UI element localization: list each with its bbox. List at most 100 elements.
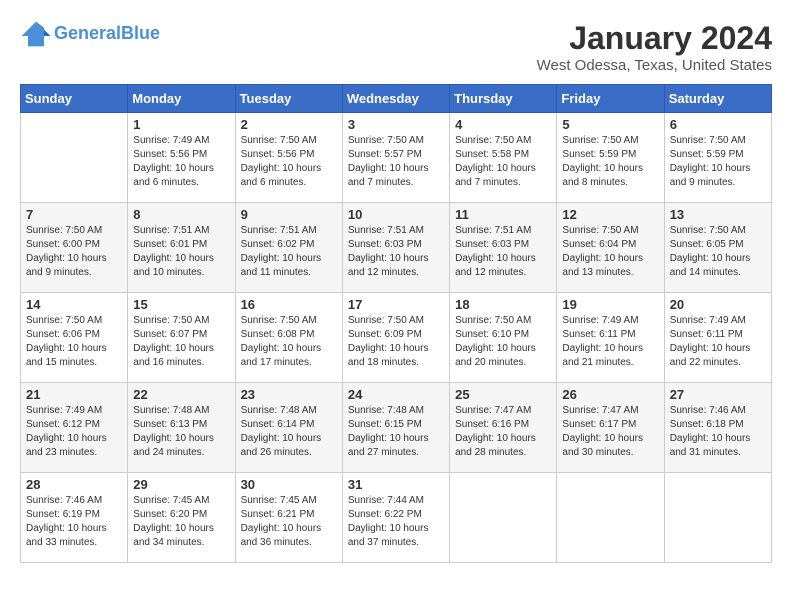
day-info: Sunrise: 7:51 AM Sunset: 6:03 PM Dayligh… (455, 224, 551, 280)
calendar-week-row: 7Sunrise: 7:50 AM Sunset: 6:00 PM Daylig… (21, 203, 772, 293)
calendar-week-row: 1 Sunrise: 7:49 AM Sunset: 5:56 PM Daylig… (21, 113, 772, 203)
day-number: 23 (241, 387, 337, 402)
day-info: Sunrise: 7:45 AM Sunset: 6:21 PM Dayligh… (241, 494, 337, 550)
calendar-header-thursday: Thursday (450, 85, 557, 113)
calendar-header-sunday: Sunday (21, 85, 128, 113)
day-number: 2 (241, 117, 337, 132)
day-info: Sunrise: 7:50 AM Sunset: 6:04 PM Dayligh… (562, 224, 658, 280)
calendar-cell: 6Sunrise: 7:50 AM Sunset: 5:59 PM Daylig… (664, 113, 771, 203)
day-number: 22 (133, 387, 229, 402)
day-number: 17 (348, 297, 444, 312)
calendar-cell: 14 Sunrise: 7:50 AM Sunset: 6:06 PM Dayli… (21, 293, 128, 383)
page-header: GeneralBlue January 2024 West Odessa, Te… (20, 20, 772, 74)
calendar-cell (21, 113, 128, 203)
day-number: 15 (133, 297, 229, 312)
day-number: 27 (670, 387, 766, 402)
calendar-cell: 3Sunrise: 7:50 AM Sunset: 5:57 PM Daylig… (342, 113, 449, 203)
logo: GeneralBlue (20, 20, 160, 48)
day-info: Sunrise: 7:50 AM Sunset: 5:59 PM Dayligh… (562, 134, 658, 190)
day-info: Sunrise: 7:50 AM Sunset: 6:05 PM Dayligh… (670, 224, 766, 280)
day-number: 5 (562, 117, 658, 132)
day-number: 20 (670, 297, 766, 312)
day-number: 4 (455, 117, 551, 132)
calendar-cell: 1 Sunrise: 7:49 AM Sunset: 5:56 PM Daylig… (128, 113, 235, 203)
day-number: 30 (241, 477, 337, 492)
calendar-header-wednesday: Wednesday (342, 85, 449, 113)
day-number: 12 (562, 207, 658, 222)
day-info: Sunrise: 7:49 AM Sunset: 6:12 PM Dayligh… (26, 404, 122, 460)
day-info: Sunrise: 7:50 AM Sunset: 6:09 PM Dayligh… (348, 314, 444, 370)
day-number: 11 (455, 207, 551, 222)
calendar-cell: 23Sunrise: 7:48 AM Sunset: 6:14 PM Dayli… (235, 383, 342, 473)
day-number: 18 (455, 297, 551, 312)
day-number: 24 (348, 387, 444, 402)
calendar-cell: 2 Sunrise: 7:50 AM Sunset: 5:56 PM Daylig… (235, 113, 342, 203)
day-info: Sunrise: 7:50 AM Sunset: 5:59 PM Dayligh… (670, 134, 766, 190)
logo-text: GeneralBlue (54, 24, 160, 44)
page-subtitle: West Odessa, Texas, United States (537, 57, 772, 74)
day-number: 13 (670, 207, 766, 222)
day-info: Sunrise: 7:49 AM Sunset: 6:11 PM Dayligh… (670, 314, 766, 370)
calendar-cell: 22Sunrise: 7:48 AM Sunset: 6:13 PM Dayli… (128, 383, 235, 473)
page-title: January 2024 (537, 20, 772, 57)
calendar-cell: 17 Sunrise: 7:50 AM Sunset: 6:09 PM Dayli… (342, 293, 449, 383)
logo-icon (20, 20, 52, 48)
calendar-cell: 31 Sunrise: 7:44 AM Sunset: 6:22 PM Dayli… (342, 473, 449, 563)
calendar-cell: 16 Sunrise: 7:50 AM Sunset: 6:08 PM Dayli… (235, 293, 342, 383)
day-number: 1 (133, 117, 229, 132)
day-info: Sunrise: 7:47 AM Sunset: 6:16 PM Dayligh… (455, 404, 551, 460)
calendar-cell: 30 Sunrise: 7:45 AM Sunset: 6:21 PM Dayli… (235, 473, 342, 563)
calendar-cell: 20 Sunrise: 7:49 AM Sunset: 6:11 PM Dayli… (664, 293, 771, 383)
day-number: 28 (26, 477, 122, 492)
day-info: Sunrise: 7:44 AM Sunset: 6:22 PM Dayligh… (348, 494, 444, 550)
day-number: 19 (562, 297, 658, 312)
day-number: 21 (26, 387, 122, 402)
day-info: Sunrise: 7:45 AM Sunset: 6:20 PM Dayligh… (133, 494, 229, 550)
calendar-week-row: 21 Sunrise: 7:49 AM Sunset: 6:12 PM Dayli… (21, 383, 772, 473)
calendar-header-row: SundayMondayTuesdayWednesdayThursdayFrid… (21, 85, 772, 113)
calendar-cell: 18 Sunrise: 7:50 AM Sunset: 6:10 PM Dayli… (450, 293, 557, 383)
calendar-header-tuesday: Tuesday (235, 85, 342, 113)
day-info: Sunrise: 7:50 AM Sunset: 6:06 PM Dayligh… (26, 314, 122, 370)
day-info: Sunrise: 7:46 AM Sunset: 6:18 PM Dayligh… (670, 404, 766, 460)
day-number: 16 (241, 297, 337, 312)
calendar-header-saturday: Saturday (664, 85, 771, 113)
day-info: Sunrise: 7:50 AM Sunset: 5:58 PM Dayligh… (455, 134, 551, 190)
calendar-cell: 7Sunrise: 7:50 AM Sunset: 6:00 PM Daylig… (21, 203, 128, 293)
day-info: Sunrise: 7:50 AM Sunset: 6:07 PM Dayligh… (133, 314, 229, 370)
calendar-cell: 8 Sunrise: 7:51 AM Sunset: 6:01 PM Daylig… (128, 203, 235, 293)
calendar-cell: 10Sunrise: 7:51 AM Sunset: 6:03 PM Dayli… (342, 203, 449, 293)
day-info: Sunrise: 7:50 AM Sunset: 6:00 PM Dayligh… (26, 224, 122, 280)
calendar-cell: 19 Sunrise: 7:49 AM Sunset: 6:11 PM Dayli… (557, 293, 664, 383)
calendar-cell: 25Sunrise: 7:47 AM Sunset: 6:16 PM Dayli… (450, 383, 557, 473)
day-info: Sunrise: 7:51 AM Sunset: 6:01 PM Dayligh… (133, 224, 229, 280)
day-info: Sunrise: 7:50 AM Sunset: 6:08 PM Dayligh… (241, 314, 337, 370)
calendar-cell (664, 473, 771, 563)
day-number: 26 (562, 387, 658, 402)
day-info: Sunrise: 7:46 AM Sunset: 6:19 PM Dayligh… (26, 494, 122, 550)
day-info: Sunrise: 7:49 AM Sunset: 6:11 PM Dayligh… (562, 314, 658, 370)
calendar-cell: 24 Sunrise: 7:48 AM Sunset: 6:15 PM Dayli… (342, 383, 449, 473)
calendar-week-row: 14 Sunrise: 7:50 AM Sunset: 6:06 PM Dayli… (21, 293, 772, 383)
calendar-header-monday: Monday (128, 85, 235, 113)
calendar-cell: 26Sunrise: 7:47 AM Sunset: 6:17 PM Dayli… (557, 383, 664, 473)
day-info: Sunrise: 7:48 AM Sunset: 6:15 PM Dayligh… (348, 404, 444, 460)
calendar-cell: 9Sunrise: 7:51 AM Sunset: 6:02 PM Daylig… (235, 203, 342, 293)
calendar-cell: 15 Sunrise: 7:50 AM Sunset: 6:07 PM Dayli… (128, 293, 235, 383)
day-info: Sunrise: 7:49 AM Sunset: 5:56 PM Dayligh… (133, 134, 229, 190)
calendar-cell: 28 Sunrise: 7:46 AM Sunset: 6:19 PM Dayli… (21, 473, 128, 563)
calendar-header-friday: Friday (557, 85, 664, 113)
calendar-cell: 13 Sunrise: 7:50 AM Sunset: 6:05 PM Dayli… (664, 203, 771, 293)
calendar-cell (450, 473, 557, 563)
day-info: Sunrise: 7:50 AM Sunset: 5:56 PM Dayligh… (241, 134, 337, 190)
day-info: Sunrise: 7:50 AM Sunset: 6:10 PM Dayligh… (455, 314, 551, 370)
calendar-cell: 29Sunrise: 7:45 AM Sunset: 6:20 PM Dayli… (128, 473, 235, 563)
calendar-cell: 21 Sunrise: 7:49 AM Sunset: 6:12 PM Dayli… (21, 383, 128, 473)
calendar-cell: 11 Sunrise: 7:51 AM Sunset: 6:03 PM Dayli… (450, 203, 557, 293)
day-number: 8 (133, 207, 229, 222)
day-number: 9 (241, 207, 337, 222)
day-number: 14 (26, 297, 122, 312)
day-number: 31 (348, 477, 444, 492)
calendar-week-row: 28 Sunrise: 7:46 AM Sunset: 6:19 PM Dayli… (21, 473, 772, 563)
calendar-cell (557, 473, 664, 563)
